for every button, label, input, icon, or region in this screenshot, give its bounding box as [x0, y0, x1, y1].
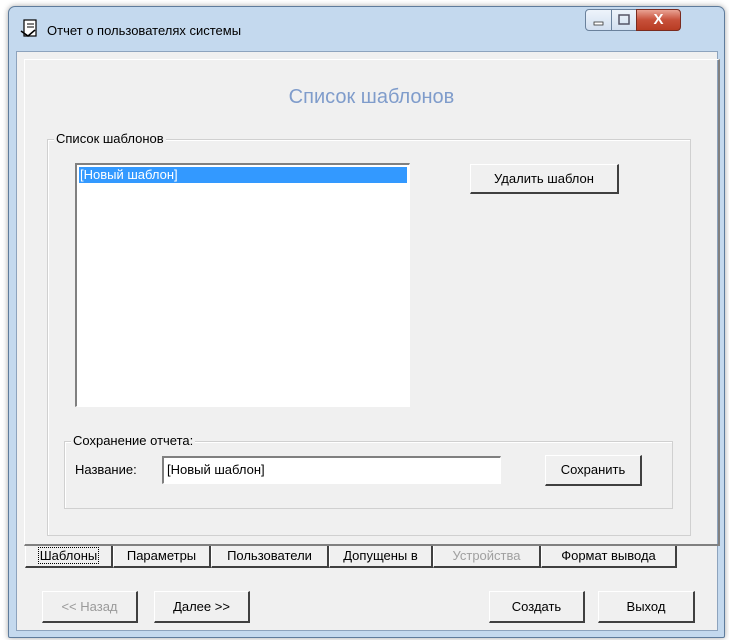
tab-templates[interactable]: Шаблоны	[25, 546, 113, 568]
exit-button[interactable]: Выход	[598, 591, 695, 623]
app-window: Отчет о пользователях системы X Список ш…	[8, 6, 725, 638]
tab-output-format[interactable]: Формат вывода	[541, 546, 677, 568]
templates-groupbox: Список шаблонов [Новый шаблон] Удалить ш…	[47, 131, 691, 536]
template-name-field[interactable]: [Новый шаблон]	[162, 456, 501, 484]
close-icon: X	[653, 11, 664, 28]
save-button[interactable]: Сохранить	[545, 455, 642, 486]
delete-template-button[interactable]: Удалить шаблон	[470, 164, 619, 194]
page-title: Список шаблонов	[288, 86, 455, 108]
next-button[interactable]: Далее >>	[154, 591, 250, 623]
templates-listbox[interactable]: [Новый шаблон]	[75, 163, 410, 407]
client-area: Список шаблонов Список шаблонов [Новый ш…	[16, 51, 720, 631]
minimize-button[interactable]	[585, 9, 612, 31]
name-label: Название:	[75, 462, 137, 477]
document-icon	[20, 19, 37, 37]
tab-users[interactable]: Пользователи	[211, 546, 329, 568]
tab-parameters[interactable]: Параметры	[113, 546, 211, 568]
back-button[interactable]: << Назад	[42, 591, 138, 623]
window-title: Отчет о пользователях системы	[47, 23, 242, 38]
tab-page-templates: Список шаблонов Список шаблонов [Новый ш…	[24, 59, 720, 546]
tab-devices[interactable]: Устройства	[433, 546, 541, 568]
save-report-groupbox: Сохранение отчета: Название: [Новый шабл…	[64, 433, 673, 509]
maximize-button[interactable]	[611, 9, 637, 31]
create-button[interactable]: Создать	[489, 591, 585, 623]
tab-permitted-in[interactable]: Допущены в	[329, 546, 433, 568]
title-bar[interactable]: Отчет о пользователях системы X	[9, 7, 724, 51]
list-item[interactable]: [Новый шаблон]	[79, 167, 407, 183]
minimize-icon	[593, 21, 604, 26]
save-group-legend: Сохранение отчета:	[71, 433, 196, 448]
templates-group-legend: Список шаблонов	[54, 131, 166, 146]
maximize-icon	[618, 14, 630, 25]
close-button[interactable]: X	[636, 9, 681, 31]
